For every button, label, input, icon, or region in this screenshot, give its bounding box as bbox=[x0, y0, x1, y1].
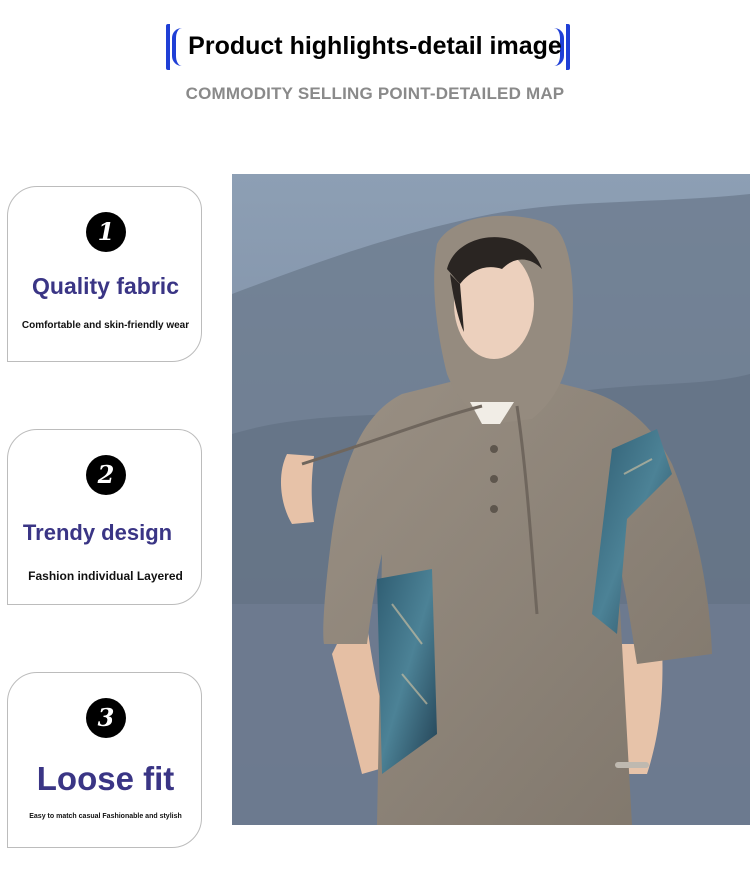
feature-desc-3: Easy to match casual Fashionable and sty… bbox=[29, 813, 182, 820]
product-photo bbox=[232, 174, 750, 825]
page-subtitle: COMMODITY SELLING POINT-DETAILED MAP bbox=[185, 84, 565, 103]
page-title: Product highlights-detail image bbox=[188, 32, 562, 60]
feature-desc-2: Fashion individual Layered bbox=[28, 569, 183, 583]
feature-card-2: 2 Trendy design Fashion individual Layer… bbox=[7, 429, 202, 605]
number-badge-2: 2 bbox=[86, 455, 126, 495]
feature-card-3: 3 Loose fit Easy to match casual Fashion… bbox=[7, 672, 202, 848]
feature-title-3: Loose fit bbox=[36, 760, 175, 797]
number-badge-3: 3 bbox=[86, 698, 126, 738]
feature-title-2: Trendy design bbox=[22, 520, 173, 545]
number-badge-1: 1 bbox=[86, 212, 126, 252]
feature-desc-1: Comfortable and skin-friendly wear bbox=[21, 320, 190, 331]
feature-title-1: Quality fabric bbox=[32, 273, 179, 299]
hoodie-model-illustration bbox=[232, 174, 750, 825]
feature-card-1: 1 Quality fabric Comfortable and skin-fr… bbox=[7, 186, 202, 362]
